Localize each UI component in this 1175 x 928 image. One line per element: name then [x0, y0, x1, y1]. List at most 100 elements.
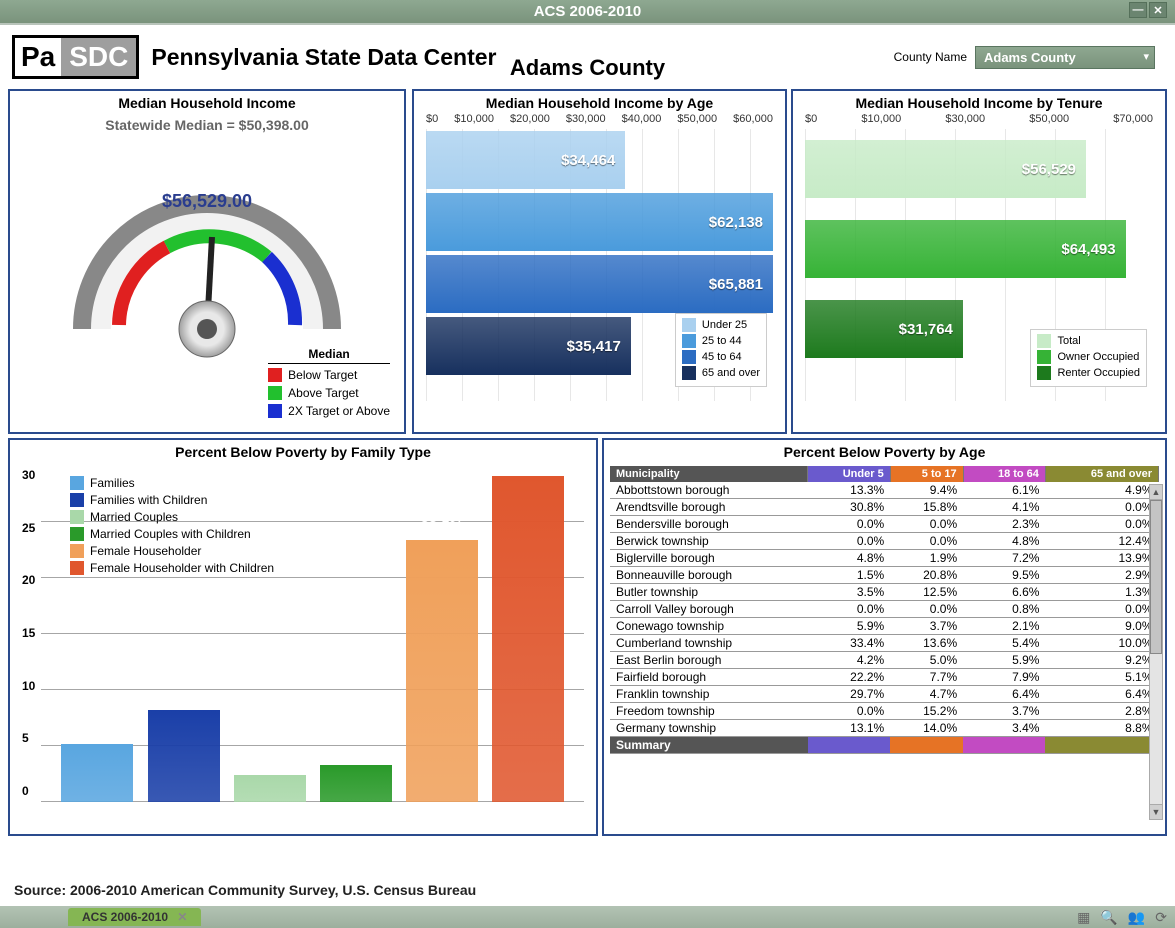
window-title: ACS 2006-2010	[534, 3, 642, 20]
table-row[interactable]: Carroll Valley borough0.0%0.0%0.8%0.0%	[610, 601, 1159, 618]
table-cell: Arendtsville borough	[610, 499, 808, 516]
tenure-plot: $56,529$64,493$31,764 TotalOwner Occupie…	[793, 129, 1165, 401]
legend-label: Families	[90, 476, 135, 490]
legend-label: Female Householder with Children	[90, 561, 274, 575]
scroll-up-icon[interactable]: ▲	[1150, 485, 1162, 500]
summary-row[interactable]: Summary	[610, 737, 1159, 754]
table-cell: 4.8%	[808, 550, 890, 567]
users-icon[interactable]: 👥	[1128, 909, 1145, 926]
tenure-axis: $0$10,000$30,000$50,000$70,000	[793, 113, 1165, 129]
table-row[interactable]: Bendersville borough0.0%0.0%2.3%0.0%	[610, 516, 1159, 533]
table-cell: 22.2%	[808, 669, 890, 686]
logo-sdc: SDC	[61, 38, 136, 76]
table-cell: 3.4%	[963, 720, 1045, 737]
grid-icon[interactable]: ▦	[1077, 909, 1090, 926]
table-cell: Carroll Valley borough	[610, 601, 808, 618]
age-title: Median Household Income by Age	[414, 91, 785, 113]
summary-label: Summary	[610, 737, 808, 754]
table-row[interactable]: Fairfield borough22.2%7.7%7.9%5.1%	[610, 669, 1159, 686]
table-cell: Butler township	[610, 584, 808, 601]
close-button[interactable]: ✕	[1149, 2, 1167, 18]
table-cell: 4.1%	[963, 499, 1045, 516]
table-cell: 3.5%	[808, 584, 890, 601]
gauge-svg	[57, 149, 357, 359]
table-row[interactable]: East Berlin borough4.2%5.0%5.9%9.2%	[610, 652, 1159, 669]
minimize-button[interactable]: —	[1129, 2, 1147, 18]
status-tab-label: ACS 2006-2010	[82, 910, 168, 924]
table-row[interactable]: Germany township13.1%14.0%3.4%8.8%	[610, 720, 1159, 737]
median-income-gauge-panel: Median Household Income Statewide Median…	[8, 89, 406, 434]
income-by-tenure-panel: Median Household Income by Tenure $0$10,…	[791, 89, 1167, 434]
table-cell: 1.3%	[1045, 584, 1158, 601]
axis-tick: 10	[22, 679, 35, 693]
table-cell: 12.4%	[1045, 533, 1158, 550]
table-row[interactable]: Berwick township0.0%0.0%4.8%12.4%	[610, 533, 1159, 550]
axis-tick: 5	[22, 731, 35, 745]
scroll-thumb[interactable]	[1150, 500, 1162, 654]
legend-label: Below Target	[288, 368, 357, 382]
table-header[interactable]: 5 to 17	[890, 466, 963, 482]
county-dropdown[interactable]: Adams County	[975, 46, 1155, 69]
legend-item: Owner Occupied	[1037, 350, 1140, 364]
table-cell: Freedom township	[610, 703, 808, 720]
income-by-age-panel: Median Household Income by Age $0$10,000…	[412, 89, 787, 434]
table-row[interactable]: Biglerville borough4.8%1.9%7.2%13.9%	[610, 550, 1159, 567]
table-cell: 7.7%	[890, 669, 963, 686]
county-title: Adams County	[510, 55, 665, 81]
table-row[interactable]: Conewago township5.9%3.7%2.1%9.0%	[610, 618, 1159, 635]
table-header[interactable]: Under 5	[808, 466, 890, 482]
table-row[interactable]: Franklin township29.7%4.7%6.4%6.4%	[610, 686, 1159, 703]
refresh-icon[interactable]: ⟳	[1155, 909, 1167, 926]
axis-tick: $30,000	[566, 113, 606, 125]
table-header[interactable]: 65 and over	[1045, 466, 1158, 482]
table-cell: 0.8%	[963, 601, 1045, 618]
tenure-legend: TotalOwner OccupiedRenter Occupied	[1030, 329, 1147, 387]
legend-item: Female Householder with Children	[70, 561, 274, 575]
table-cell: 2.8%	[1045, 703, 1158, 720]
axis-tick: 30	[22, 468, 35, 482]
table-row[interactable]: Abbottstown borough13.3%9.4%6.1%4.9%	[610, 482, 1159, 499]
legend-item: Renter Occupied	[1037, 366, 1140, 380]
table-cell: 4.2%	[808, 652, 890, 669]
table-row[interactable]: Freedom township0.0%15.2%3.7%2.8%	[610, 703, 1159, 720]
family-bar: 2.4%	[234, 775, 306, 802]
legend-item: Female Householder	[70, 544, 274, 558]
table-cell: 20.8%	[890, 567, 963, 584]
tenure-bar-row: $56,529	[805, 129, 1153, 209]
titlebar: ACS 2006-2010 — ✕	[0, 0, 1175, 23]
age-bar-row: $65,881	[426, 253, 773, 315]
legend-label: 25 to 44	[702, 335, 742, 347]
table-header[interactable]: Municipality	[610, 466, 808, 482]
table-row[interactable]: Bonneauville borough1.5%20.8%9.5%2.9%	[610, 567, 1159, 584]
table-header[interactable]: 18 to 64	[963, 466, 1045, 482]
tenure-bar: $64,493	[805, 220, 1126, 278]
table-row[interactable]: Butler township3.5%12.5%6.6%1.3%	[610, 584, 1159, 601]
table-cell: 0.0%	[1045, 499, 1158, 516]
age-bar: $34,464	[426, 131, 625, 189]
table-cell: 2.1%	[963, 618, 1045, 635]
table-row[interactable]: Cumberland township33.4%13.6%5.4%10.0%	[610, 635, 1159, 652]
gauge-value: $56,529.00	[10, 191, 404, 212]
legend-item: Under 25	[682, 318, 760, 332]
bar-label: 23.5%	[406, 518, 478, 535]
logo: Pa SDC	[12, 35, 139, 79]
tab-close-icon[interactable]: ✕	[177, 910, 187, 924]
table-cell: 7.9%	[963, 669, 1045, 686]
status-tab[interactable]: ACS 2006-2010 ✕	[68, 908, 201, 926]
search-icon[interactable]: 🔍	[1100, 909, 1117, 926]
legend-label: 65 and over	[702, 367, 760, 379]
table-cell: East Berlin borough	[610, 652, 808, 669]
table-row[interactable]: Arendtsville borough30.8%15.8%4.1%0.0%	[610, 499, 1159, 516]
table-cell: 1.9%	[890, 550, 963, 567]
table-scrollbar[interactable]: ▲ ▼	[1149, 484, 1163, 820]
table-cell: 7.2%	[963, 550, 1045, 567]
table-cell: 9.5%	[963, 567, 1045, 584]
poverty-table: MunicipalityUnder 55 to 1718 to 6465 and…	[610, 466, 1159, 754]
table-cell: 10.0%	[1045, 635, 1158, 652]
table-cell: 12.5%	[890, 584, 963, 601]
scroll-down-icon[interactable]: ▼	[1150, 804, 1162, 819]
legend-item: Below Target	[268, 368, 390, 382]
table-cell: 0.0%	[808, 703, 890, 720]
table-cell: 3.7%	[890, 618, 963, 635]
bar-label: 29.3%	[492, 454, 564, 471]
